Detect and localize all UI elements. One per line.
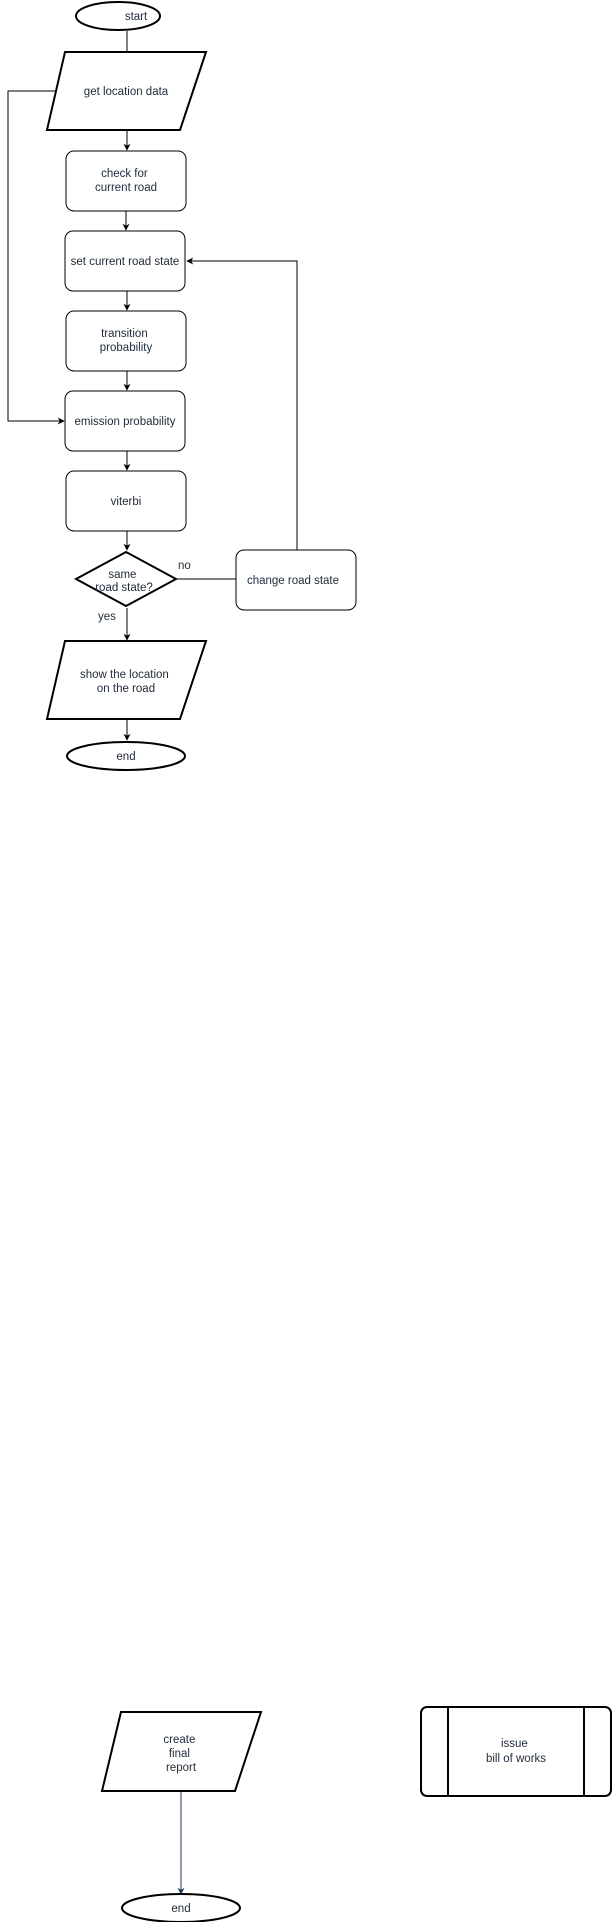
edges [7, 31, 298, 1895]
node-check-current-road-line-1: check for [101, 168, 148, 180]
node-start-label: start [125, 11, 148, 23]
node-viterbi[interactable]: viterbi [65, 470, 187, 532]
node-create-final-report-line-1: create [163, 1734, 195, 1746]
node-change-road-state[interactable]: change road state [235, 549, 357, 611]
node-get-location-data[interactable]: get location data [45, 51, 208, 131]
node-end-label: end [116, 751, 135, 763]
node-check-current-road[interactable]: check for current road [65, 150, 187, 212]
node-transition-probability-line-2: probability [100, 342, 153, 354]
node-decision-line-1: same [108, 569, 136, 581]
edge-label-yes: yes [98, 611, 116, 623]
node-bottom-end[interactable]: end [121, 1893, 241, 1922]
node-show-location-line-2: on the road [97, 683, 155, 695]
node-create-final-report-line-3: report [166, 1762, 197, 1774]
node-create-final-report[interactable]: create final report [100, 1711, 263, 1792]
node-decision-line-2: road state? [95, 582, 153, 594]
edge-label-no: no [178, 560, 191, 572]
node-create-final-report-line-2: final [169, 1748, 190, 1760]
node-show-location[interactable]: show the location on the road [45, 640, 208, 720]
node-start[interactable]: start [75, 1, 161, 31]
node-issue-bill-of-works-line-1: issue [501, 1738, 528, 1750]
node-transition-probability-line-1: transition [101, 328, 148, 340]
node-set-current-road-state[interactable]: set current road state [64, 230, 186, 292]
edge-get-location-to-emission [7, 90, 65, 425]
node-end[interactable]: end [66, 741, 186, 771]
node-show-location-line-1: show the location [80, 669, 169, 681]
node-viterbi-label: viterbi [111, 496, 142, 508]
node-emission-probability-label: emission probability [75, 416, 176, 428]
node-issue-bill-of-works[interactable]: issue bill of works [420, 1706, 612, 1797]
node-set-current-road-state-label: set current road state [71, 256, 180, 268]
edge-change-state-to-set-state [186, 257, 298, 550]
node-emission-probability[interactable]: emission probability [64, 390, 186, 452]
node-bottom-end-label: end [171, 1903, 190, 1915]
node-decision-same-road-state[interactable]: same road state? [73, 550, 179, 608]
node-check-current-road-line-2: current road [95, 182, 157, 194]
node-issue-bill-of-works-line-2: bill of works [486, 1753, 546, 1765]
node-get-location-data-label: get location data [84, 86, 169, 98]
node-change-road-state-label: change road state [247, 575, 339, 587]
node-transition-probability[interactable]: transition probability [65, 310, 187, 372]
